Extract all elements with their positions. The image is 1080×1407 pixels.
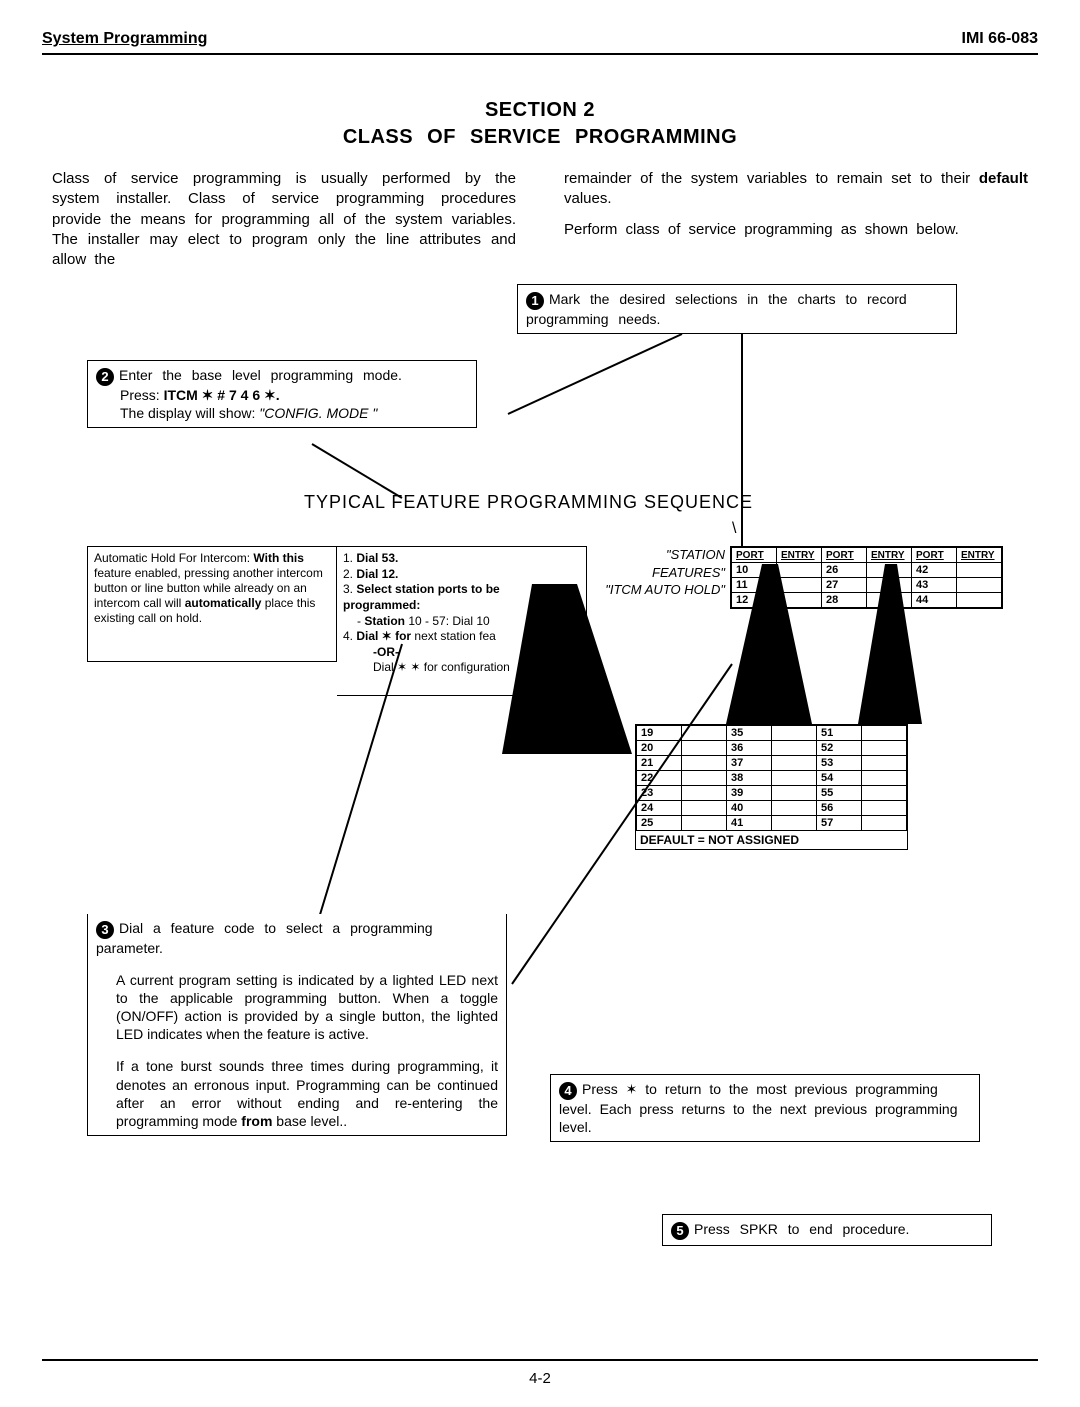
page-number: 4-2 [0, 1370, 1080, 1387]
step2-box: 2Enter the base level programming mode. … [87, 360, 477, 428]
step1-box: 1Mark the desired selections in the char… [517, 284, 957, 333]
badge-4: 4 [559, 1082, 577, 1100]
badge-1: 1 [526, 292, 544, 310]
feature-description: Automatic Hold For Intercom: With this f… [87, 546, 337, 662]
section-title: CLASS OF SERVICE PROGRAMMING [42, 126, 1038, 149]
intro-col1: Class of service programming is usually … [52, 169, 516, 270]
badge-5: 5 [671, 1222, 689, 1240]
quote-labels: "STATION FEATURES" "ITCM AUTO HOLD" [590, 546, 725, 599]
port-table: PORTENTRYPORTENTRYPORTENTRY1026421127431… [730, 546, 1003, 609]
feature-steps: 1. Dial 53. 2. Dial 12. 3. Select statio… [337, 546, 587, 696]
backslash-mark: \ [732, 520, 736, 538]
section-number: SECTION 2 [42, 99, 1038, 122]
intro-col2: remainder of the system variables to rem… [564, 169, 1028, 270]
badge-3: 3 [96, 921, 114, 939]
port-table-bottom: 1935512036522137532238542339552440562541… [635, 724, 908, 850]
badge-2: 2 [96, 368, 114, 386]
step5-box: 5Press SPKR to end procedure. [662, 1214, 992, 1245]
sequence-title: TYPICAL FEATURE PROGRAMMING SEQUENCE [304, 492, 753, 513]
header-right: IMI 66-083 [962, 30, 1039, 48]
step3-box: 3Dial a feature code to select a program… [87, 914, 507, 1136]
header-left: System Programming [42, 30, 207, 48]
step4-box: 4Press ✶ to return to the most previous … [550, 1074, 980, 1142]
